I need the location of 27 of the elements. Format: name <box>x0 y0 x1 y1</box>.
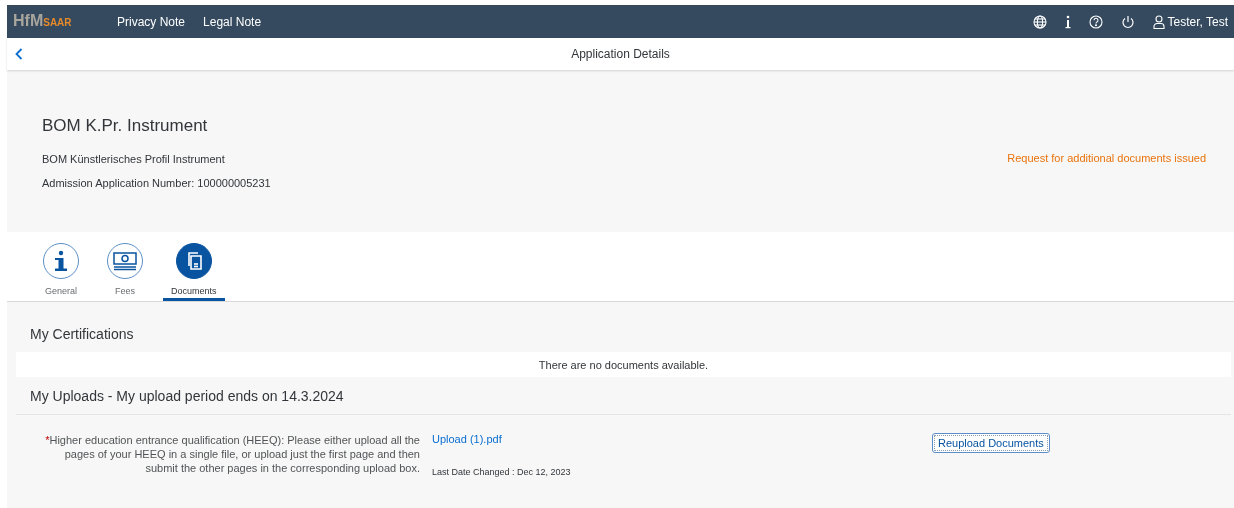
file-link[interactable]: Upload (1).pdf <box>432 433 932 445</box>
info-icon[interactable] <box>1064 14 1071 29</box>
logo: HfMSAAR <box>13 13 73 30</box>
object-subtitle: BOM Künstlerisches Profil Instrument <box>42 153 226 165</box>
power-icon[interactable] <box>1120 14 1135 29</box>
tab[interactable]: Fees <box>99 232 151 301</box>
section-title: My Uploads - My upload period ends on 14.3.2024 <box>16 377 1231 415</box>
reupload-button[interactable]: Reupload Documents <box>932 433 1050 453</box>
status-text: Request for additional documents issued <box>1007 152 1206 166</box>
person-icon <box>1152 14 1165 29</box>
page-title: Application Details <box>570 47 671 61</box>
banknote-icon <box>107 243 143 279</box>
application-number: Admission Application Number: 100000005231 <box>42 177 271 189</box>
empty-message: There are no documents available. <box>16 352 1231 377</box>
upload-description: *Higher education entrance qualification (HEEQ): Please either upload all the pages of your HEEQ in a single file, or upload just the first page and then submit the other pages in the corresponding upload box. <box>44 433 420 476</box>
section-title: My Certifications <box>29 325 135 344</box>
last-changed-text: Last Date Changed : Dec 12, 2023 <box>432 467 572 477</box>
tab[interactable]: General <box>35 232 87 301</box>
globe-icon[interactable] <box>1032 14 1047 29</box>
shell-link[interactable]: Privacy Note <box>117 14 186 29</box>
help-icon[interactable] <box>1088 14 1103 29</box>
document-icon <box>175 243 212 279</box>
shell-link[interactable]: Legal Note <box>203 14 262 29</box>
info-icon <box>43 243 79 279</box>
object-title: BOM K.Pr. Instrument <box>42 116 209 136</box>
back-icon[interactable] <box>15 48 23 60</box>
user-menu[interactable]: Tester, Test <box>1152 14 1228 29</box>
